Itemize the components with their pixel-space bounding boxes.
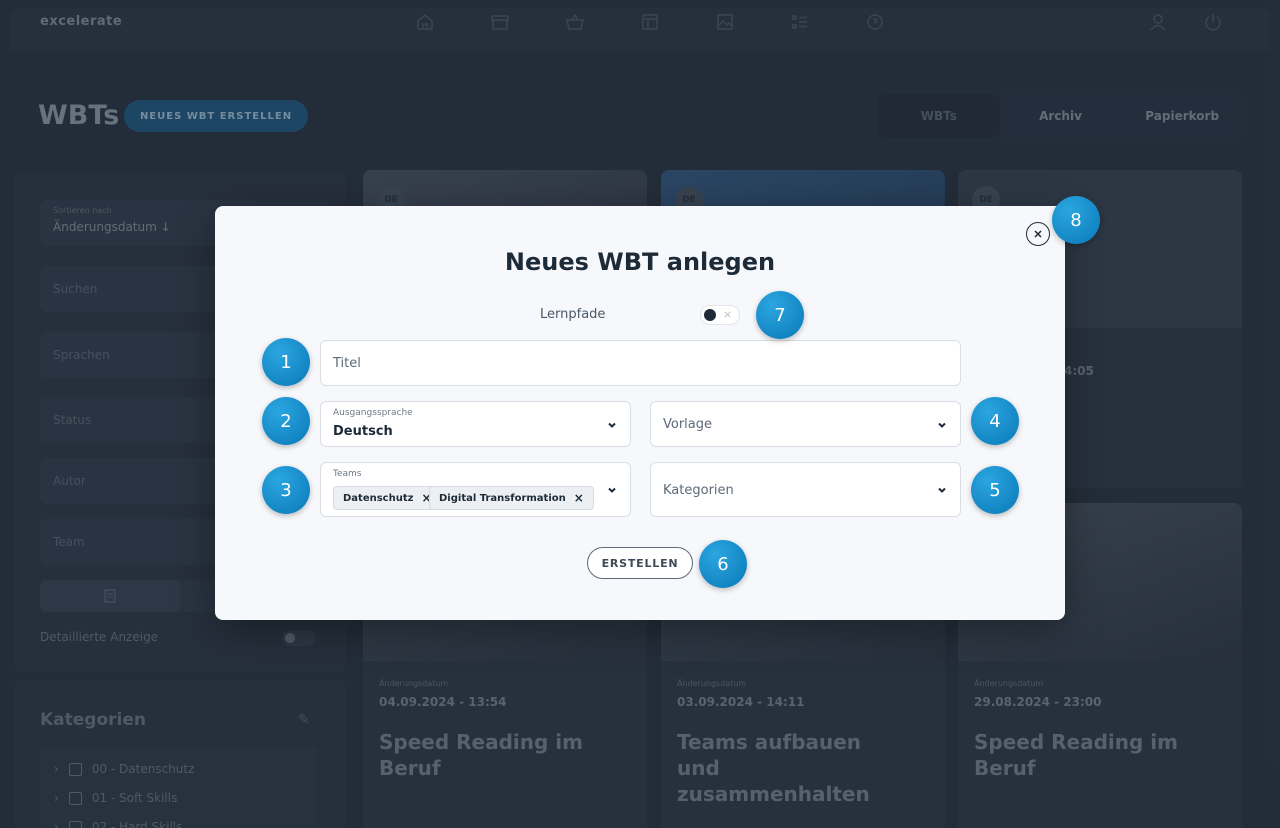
title-input[interactable]: Titel: [320, 340, 961, 386]
teams-label: Teams: [333, 469, 362, 479]
chevron-down-icon: [608, 487, 616, 493]
annotation-marker-6: 6: [699, 540, 747, 588]
annotation-marker-5: 5: [971, 466, 1019, 514]
annotation-marker-7: 7: [756, 291, 804, 339]
toggle-off-icon: ×: [723, 308, 733, 321]
team-chip-digital-transformation: Digital Transformation ×: [429, 486, 594, 510]
annotation-marker-3: 3: [262, 466, 310, 514]
title-placeholder: Titel: [333, 356, 361, 371]
team-chip-label: Digital Transformation: [439, 492, 566, 504]
categories-placeholder: Kategorien: [663, 483, 734, 498]
annotation-marker-8: 8: [1052, 196, 1100, 244]
chevron-down-icon: [938, 487, 946, 493]
team-chip-label: Datenschutz: [343, 492, 414, 504]
close-icon: [1034, 230, 1042, 238]
chevron-down-icon: [938, 422, 946, 428]
new-wbt-dialog: Neues WBT anlegen Lernpfade × Titel Ausg…: [215, 206, 1065, 620]
chevron-down-icon: [608, 422, 616, 428]
remove-chip-icon[interactable]: ×: [574, 491, 584, 505]
template-placeholder: Vorlage: [663, 417, 713, 432]
categories-select[interactable]: Kategorien: [650, 462, 961, 517]
learning-paths-toggle[interactable]: ×: [700, 305, 740, 325]
source-language-value: Deutsch: [333, 424, 393, 439]
annotation-marker-4: 4: [971, 397, 1019, 445]
close-dialog-button[interactable]: [1026, 222, 1050, 246]
dialog-title: Neues WBT anlegen: [504, 248, 776, 276]
source-language-label: Ausgangssprache: [333, 408, 413, 418]
learning-paths-label: Lernpfade: [540, 307, 606, 322]
annotation-marker-2: 2: [262, 397, 310, 445]
source-language-select[interactable]: Ausgangssprache Deutsch: [320, 401, 631, 447]
teams-multiselect[interactable]: Teams Datenschutz × Digital Transformati…: [320, 462, 631, 517]
create-button[interactable]: ERSTELLEN: [587, 547, 693, 579]
toggle-knob: [704, 309, 716, 321]
annotation-marker-1: 1: [262, 338, 310, 386]
team-chip-datenschutz: Datenschutz ×: [333, 486, 442, 510]
template-select[interactable]: Vorlage: [650, 401, 961, 447]
